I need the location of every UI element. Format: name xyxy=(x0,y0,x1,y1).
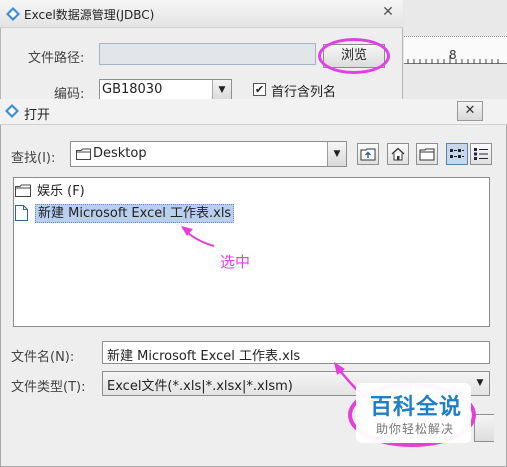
folder-icon xyxy=(15,184,31,197)
file-icon xyxy=(15,205,28,221)
chevron-down-icon[interactable]: ▼ xyxy=(212,80,231,100)
open-button-partial[interactable] xyxy=(474,414,494,442)
list-view-button[interactable] xyxy=(446,143,468,165)
open-titlebar xyxy=(0,99,507,125)
list-item-folder[interactable]: 娱乐 (F) xyxy=(15,182,215,201)
list-item-label-selected: 新建 Microsoft Excel 工作表.xls xyxy=(35,204,235,223)
jdbc-close-button[interactable]: ✕ xyxy=(378,3,398,21)
open-close-button[interactable]: ✕ xyxy=(457,101,483,121)
details-view-button[interactable] xyxy=(470,143,492,165)
jdbc-dialog-title: Excel数据源管理(JDBC) xyxy=(24,8,155,22)
up-one-level-icon xyxy=(360,148,376,161)
new-folder-button[interactable] xyxy=(416,143,438,165)
new-folder-icon xyxy=(419,148,435,161)
app-icon xyxy=(5,104,19,118)
path-label: 文件路径: xyxy=(28,51,85,66)
list-item-label: 娱乐 (F) xyxy=(37,184,85,199)
app-icon xyxy=(6,7,20,21)
folder-icon xyxy=(76,148,91,160)
list-view-icon xyxy=(450,149,464,158)
watermark-title: 百科全说 xyxy=(370,395,463,420)
open-dialog-title: 打开 xyxy=(24,108,51,123)
list-item-file[interactable]: 新建 Microsoft Excel 工作表.xls xyxy=(15,204,275,223)
encoding-value: GB18030 xyxy=(102,82,163,97)
watermark-subtitle: 助你轻松解决 xyxy=(376,422,455,436)
ruler-number: 8 xyxy=(449,48,457,62)
filetype-label: 文件类型(T): xyxy=(11,380,86,395)
chevron-down-icon[interactable]: ▼ xyxy=(471,372,489,395)
home-button[interactable] xyxy=(387,143,409,165)
path-input[interactable] xyxy=(99,43,316,65)
first-row-label: 首行含列名 xyxy=(271,85,337,100)
details-view-icon xyxy=(474,148,488,160)
lookin-label: 查找(I): xyxy=(11,151,56,166)
annotation-ring-browse xyxy=(318,38,390,74)
chevron-down-icon[interactable]: ▼ xyxy=(327,142,346,166)
lookin-value: Desktop xyxy=(93,146,147,161)
up-one-level-button[interactable] xyxy=(357,143,379,165)
filetype-value: Excel文件(*.xls|*.xlsx|*.xlsm) xyxy=(107,379,293,394)
home-icon xyxy=(391,147,405,161)
filename-label: 文件名(N): xyxy=(11,350,75,365)
first-row-checkbox[interactable]: ✔ xyxy=(253,83,266,96)
filename-value: 新建 Microsoft Excel 工作表.xls xyxy=(107,349,301,364)
annotation-hint: 选中 xyxy=(220,253,251,271)
